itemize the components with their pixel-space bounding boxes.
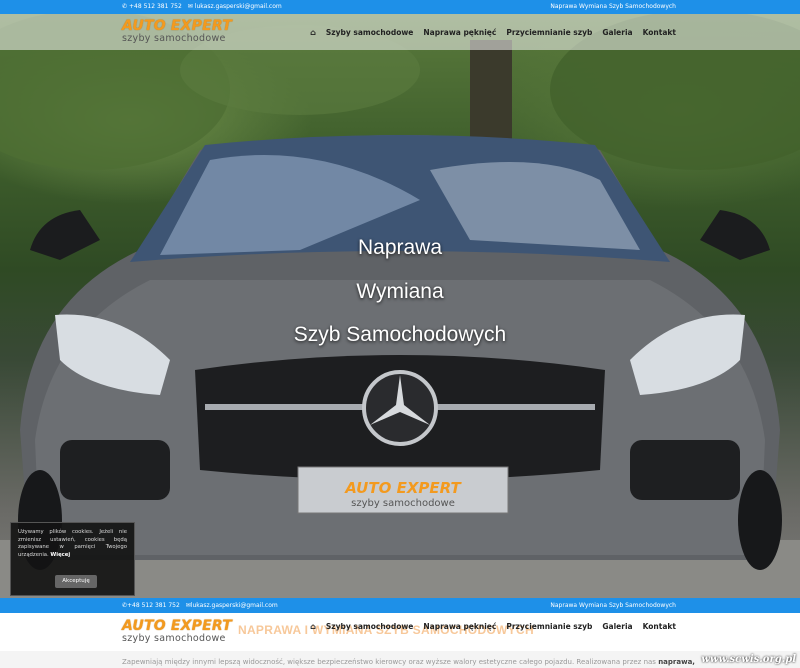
intro-paragraph: Zapewniają między innymi lepszą widoczno… [122, 658, 695, 666]
sticky-nav-item-naprawa[interactable]: Naprawa pęknięć [423, 622, 496, 631]
watermark: www.scwis.org.pl [701, 654, 796, 665]
cookie-accept-button[interactable]: Akceptuję [55, 575, 97, 588]
sticky-nav-item-szyby[interactable]: Szyby samochodowe [326, 622, 414, 631]
nav-item-galeria[interactable]: Galeria [602, 28, 632, 37]
top-contact-bar: ✆ +48 512 381 752 ✉ lukasz.gasperski@gmail… [0, 0, 800, 14]
sticky-nav-item-przyciemnianie[interactable]: Przyciemnianie szyb [506, 622, 592, 631]
sticky-menu: ⌂ Szyby samochodowe Naprawa pęknięć Przy… [310, 613, 676, 639]
hero-line-2: Wymiana [356, 280, 444, 303]
logo-line2: szyby samochodowe [122, 33, 226, 44]
sticky-email-address: lukasz.gasperski@gmail.com [190, 602, 278, 609]
sticky-logo-line1: AUTO EXPERT [122, 618, 232, 634]
phone-number: +48 512 381 752 [129, 3, 182, 10]
sticky-nav-item-galeria[interactable]: Galeria [602, 622, 632, 631]
sticky-navbar: NAPRAWA I WYMIANA SZYB SAMOCHODOWYCH AUT… [0, 613, 800, 651]
intro-section: Zapewniają między innymi lepszą widoczno… [0, 651, 800, 668]
nav-item-szyby[interactable]: Szyby samochodowe [326, 28, 414, 37]
main-menu: ⌂ Szyby samochodowe Naprawa pęknięć Przy… [310, 14, 676, 50]
nav-item-kontakt[interactable]: Kontakt [643, 28, 676, 37]
hero-line-1: Naprawa [357, 236, 443, 259]
phone-contact[interactable]: ✆ +48 512 381 752 [122, 0, 182, 14]
cookie-text: Używamy plików cookies. Jeżeli nie zmien… [18, 529, 127, 558]
top-tagline: Naprawa Wymiana Szyb Samochodowych [550, 3, 676, 10]
sticky-phone-contact[interactable]: ✆+48 512 381 752 [122, 598, 180, 613]
sticky-logo-line2: szyby samochodowe [122, 633, 226, 644]
email-contact[interactable]: ✉ lukasz.gasperski@gmail.com [188, 0, 282, 14]
sticky-tagline: Naprawa Wymiana Szyb Samochodowych [550, 602, 676, 609]
phone-icon: ✆ [122, 3, 128, 10]
logo-line1: AUTO EXPERT [122, 18, 232, 34]
plate-logo-line1: AUTO EXPERT [344, 479, 462, 497]
home-icon[interactable]: ⌂ [310, 28, 316, 37]
nav-item-naprawa[interactable]: Naprawa pęknięć [423, 28, 496, 37]
envelope-icon: ✉ [187, 3, 193, 10]
cookie-more-link[interactable]: Więcej [50, 552, 70, 558]
sticky-nav-item-kontakt[interactable]: Kontakt [643, 622, 676, 631]
intro-text: Zapewniają między innymi lepszą widoczno… [122, 658, 656, 666]
plate-logo-line2: szyby samochodowe [351, 498, 455, 509]
intro-bold: naprawa, [658, 658, 695, 666]
email-address: lukasz.gasperski@gmail.com [194, 3, 282, 10]
main-navbar: AUTO EXPERT szyby samochodowe ⌂ Szyby sa… [0, 14, 800, 50]
logo[interactable]: AUTO EXPERT szyby samochodowe [122, 19, 234, 47]
sticky-logo[interactable]: AUTO EXPERT szyby samochodowe [122, 619, 234, 647]
home-icon[interactable]: ⌂ [310, 622, 316, 631]
sticky-email-contact[interactable]: ✉lukasz.gasperski@gmail.com [186, 598, 278, 613]
sticky-phone-number: +48 512 381 752 [127, 602, 180, 609]
hero-line-3: Szyb Samochodowych [293, 323, 507, 346]
cookie-banner: Używamy plików cookies. Jeżeli nie zmien… [10, 522, 135, 596]
sticky-contact-bar: ✆+48 512 381 752 ✉lukasz.gasperski@gmail… [0, 598, 800, 613]
nav-item-przyciemnianie[interactable]: Przyciemnianie szyb [506, 28, 592, 37]
